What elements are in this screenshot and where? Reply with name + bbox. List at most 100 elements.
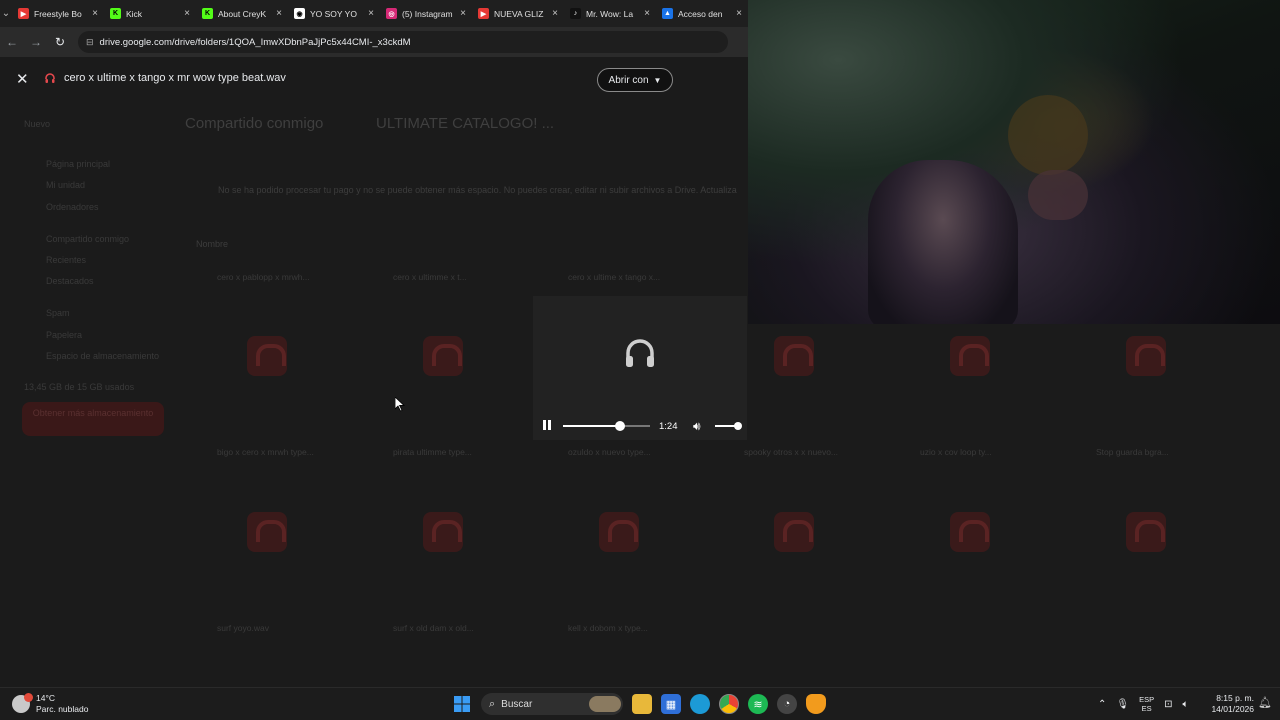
player-controls: 1:24 🔊︎ [533,416,747,436]
file-name[interactable]: surf yoyo.wav [217,623,269,633]
spotify-icon[interactable]: ≋ [748,694,768,714]
forward-icon[interactable]: → [24,35,48,49]
weather-widget[interactable]: 14°C Parc. nublado [12,693,88,715]
audio-thumbnail-icon[interactable] [950,336,990,376]
clock[interactable]: 8:15 p. m. 14/01/2026 [1204,693,1254,715]
browser-tab[interactable]: K About CreyK × [196,0,288,27]
tab-close-icon[interactable]: × [644,8,650,19]
windows-start-icon[interactable] [452,694,472,714]
audio-thumbnail-icon[interactable] [774,512,814,552]
breadcrumb-folder[interactable]: ULTIMATE CATALOGO! ... [376,115,554,132]
audio-thumbnail-icon[interactable] [950,512,990,552]
sidebar-item-spam[interactable]: Spam [46,308,70,318]
browser-tab[interactable]: ▶ Freestyle Bo × [12,0,104,27]
tab-title: Kick [126,8,143,19]
new-button[interactable]: Nuevo [24,119,50,129]
tab-close-icon[interactable]: × [460,8,466,19]
clock-time: 8:15 p. m. [1216,693,1254,703]
browser-tab[interactable]: ◉ YO SOY YO × [288,0,380,27]
file-name[interactable]: pirata ultimme type... [393,447,472,457]
volume-handle[interactable] [733,422,742,430]
file-title: cero x ultime x tango x mr wow type beat… [64,72,286,84]
taskbar-search-label: Buscar [501,698,533,710]
audio-player: 1:24 🔊︎ [533,296,747,440]
microphone-icon[interactable]: 🎙︎ [1116,699,1129,710]
audio-thumbnail-icon[interactable] [1126,336,1166,376]
file-name[interactable]: cero x ultime x tango x... [568,272,660,282]
sidebar-item-storage[interactable]: Espacio de almacenamiento [46,351,159,361]
taskbar-search[interactable]: ⌕ Buscar [481,693,623,715]
network-icon[interactable]: ⊡ [1164,699,1172,710]
screen: Nuevo Página principal Mi unidad Ordenad… [0,0,1280,720]
search-highlight-icon [589,696,621,712]
sidebar-item-my-drive[interactable]: Mi unidad [46,180,85,190]
file-name[interactable]: cero x pablopp x mrwh... [217,272,310,282]
fl-studio-icon[interactable] [806,694,826,714]
get-storage-button[interactable]: Obtener más almacenamiento [22,402,164,436]
reload-icon[interactable]: ↻ [48,35,72,49]
tab-title: NUEVA GLIZ [494,8,544,19]
weather-desc: Parc. nublado [36,704,89,714]
file-name[interactable]: kell x dobom x type... [568,623,648,633]
file-name[interactable]: ozuldo x nuevo type... [568,447,651,457]
file-name[interactable]: uzio x cov loop ty... [920,447,992,457]
close-icon[interactable]: ✕ [16,70,29,88]
recording-app-icon[interactable]: ◔ [777,694,797,714]
file-name[interactable]: surf x old dam x old... [393,623,474,633]
audio-thumbnail-icon[interactable] [423,512,463,552]
store-icon[interactable]: ▦ [661,694,681,714]
tab-close-icon[interactable]: × [736,8,742,19]
browser-tab[interactable]: ◎ (5) Instagram × [380,0,472,27]
taskbar-apps: ⌕ Buscar ▦ ≋ ◔ [452,693,826,715]
sidebar-item-computers[interactable]: Ordenadores [46,202,99,212]
address-bar[interactable]: ⊟ drive.google.com/drive/folders/1QOA_Im… [78,31,728,53]
open-with-button[interactable]: Abrir con ▼ [597,68,673,92]
audio-thumbnail-icon[interactable] [1126,512,1166,552]
show-hidden-icons-icon[interactable]: ⌃ [1098,699,1106,710]
clock-date: 14/01/2026 [1211,704,1254,714]
edge-icon[interactable] [690,694,710,714]
audio-thumbnail-icon[interactable] [247,336,287,376]
audio-thumbnail-icon[interactable] [247,512,287,552]
sidebar-item-starred[interactable]: Destacados [46,276,94,286]
browser-tab[interactable]: ♪ Mr. Wow: La × [564,0,656,27]
chrome-icon[interactable] [719,694,739,714]
tab-close-icon[interactable]: × [276,8,282,19]
seek-handle[interactable] [615,421,626,431]
volume-icon[interactable]: 🔊︎ [693,419,701,434]
audio-thumbnail-icon[interactable] [774,336,814,376]
sidebar-item-shared[interactable]: Compartido conmigo [46,234,129,244]
audio-thumbnail-icon[interactable] [599,512,639,552]
sidebar-item-recent[interactable]: Recientes [46,255,86,265]
file-name[interactable]: cero x ultimme x t... [393,272,467,282]
tab-close-icon[interactable]: × [368,8,374,19]
seek-bar[interactable] [563,421,650,431]
pause-icon[interactable] [541,419,553,431]
tab-close-icon[interactable]: × [184,8,190,19]
browser-tab[interactable]: ▶ NUEVA GLIZ × [472,0,564,27]
back-icon[interactable]: ← [0,35,24,49]
tab-title: Mr. Wow: La [586,8,634,19]
caret-down-icon: ▼ [653,75,662,85]
notification-bell-icon[interactable]: 🔔︎ [1258,696,1272,709]
tab-strip: ⌄ ▶ Freestyle Bo × K Kick × K About CreyK × ◉ YO S… [0,0,748,27]
tab-close-icon[interactable]: × [92,8,98,19]
browser-tab[interactable]: K Kick × [104,0,196,27]
speaker-icon[interactable]: 🔈︎ [1183,699,1189,710]
file-explorer-icon[interactable] [632,694,652,714]
tab-close-icon[interactable]: × [552,8,558,19]
browser-tab[interactable]: ▲ Acceso den × [656,0,748,27]
page-title: Compartido conmigo [185,115,324,132]
tab-favicon-icon: ♪ [570,8,581,19]
site-info-icon[interactable]: ⊟ [86,37,94,48]
tab-search-icon[interactable]: ⌄ [0,8,12,19]
file-name[interactable]: bigo x cero x mrwh type... [217,447,314,457]
webcam-light [1008,95,1088,175]
sidebar-item-home[interactable]: Página principal [46,159,110,169]
sidebar-item-trash[interactable]: Papelera [46,330,82,340]
language-indicator[interactable]: ESP ES [1139,695,1154,713]
volume-slider[interactable] [715,422,742,430]
audio-thumbnail-icon[interactable] [423,336,463,376]
file-name[interactable]: spooky otros x x nuevo... [744,447,838,457]
file-name[interactable]: Stop guarda bgra... [1096,447,1169,457]
